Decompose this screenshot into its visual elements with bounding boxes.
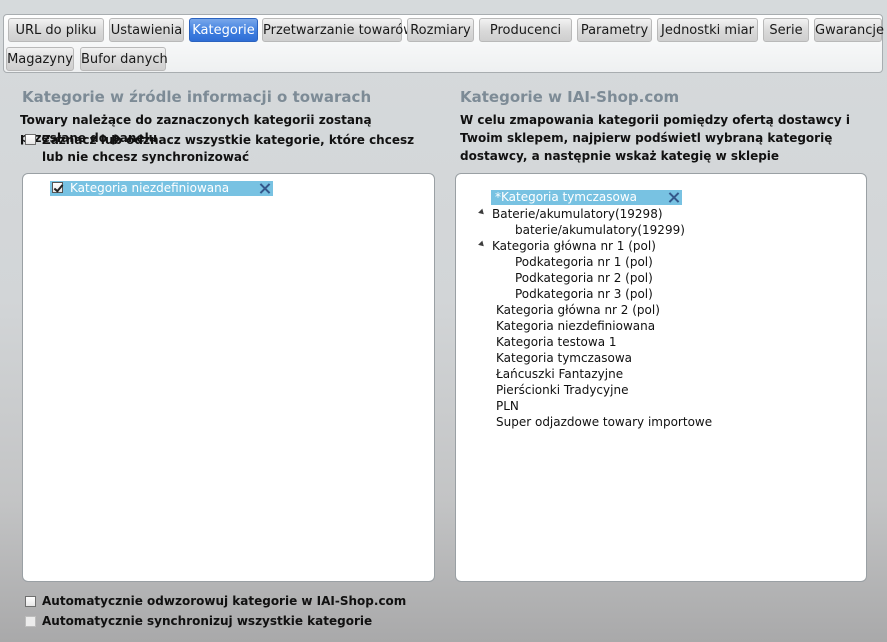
tree-item-kategoria-niezdefiniowana[interactable]: Kategoria niezdefiniowana xyxy=(496,318,655,334)
select-all-checkbox[interactable] xyxy=(25,134,36,145)
tab-jednostki-miar[interactable]: Jednostki miar xyxy=(657,18,758,42)
tree-item-podkategoria-3[interactable]: Podkategoria nr 3 (pol) xyxy=(515,286,653,302)
tab-serie[interactable]: Serie xyxy=(763,18,809,42)
shop-categories-title: Kategorie w IAI-Shop.com xyxy=(460,88,680,106)
auto-sync-checkbox[interactable] xyxy=(25,616,36,627)
selected-category[interactable]: *Kategoria tymczasowa xyxy=(491,190,682,205)
tab-magazyny[interactable]: Magazyny xyxy=(6,47,74,71)
list-item-checkbox[interactable] xyxy=(52,182,63,193)
source-categories-list[interactable] xyxy=(22,173,435,582)
close-icon[interactable] xyxy=(259,183,270,194)
tree-item-lancuszki[interactable]: Łańcuszki Fantazyjne xyxy=(496,366,623,382)
auto-map-checkbox[interactable] xyxy=(25,596,36,607)
list-item-label: Kategoria niezdefiniowana xyxy=(70,181,230,195)
tree-item-kategoria-testowa-1[interactable]: Kategoria testowa 1 xyxy=(496,334,617,350)
tree-item-kategoria-tymczasowa[interactable]: Kategoria tymczasowa xyxy=(496,350,632,366)
tab-rozmiary[interactable]: Rozmiary xyxy=(407,18,474,42)
tab-kategorie[interactable]: Kategorie xyxy=(189,18,258,42)
tab-bufor-danych[interactable]: Bufor danych xyxy=(80,47,168,71)
shop-categories-description: W celu zmapowania kategorii pomiędzy ofe… xyxy=(460,113,850,163)
tree-item-podkategoria-2[interactable]: Podkategoria nr 2 (pol) xyxy=(515,270,653,286)
tab-gwarancje[interactable]: Gwarancje xyxy=(814,18,884,42)
close-icon[interactable] xyxy=(668,192,679,203)
list-item-kategoria-niezdefiniowana[interactable]: Kategoria niezdefiniowana xyxy=(50,181,273,196)
auto-map-label: Automatycznie odwzorowuj kategorie w IAI… xyxy=(42,594,407,608)
tree-item-baterie[interactable]: Baterie/akumulatory(19298) xyxy=(492,206,663,222)
auto-sync-label: Automatycznie synchronizuj wszystkie kat… xyxy=(42,614,373,628)
tab-parametry[interactable]: Parametry xyxy=(577,18,652,42)
select-all-label: Zaznacz lub odznacz wszystkie kategorie,… xyxy=(42,133,415,164)
tree-item-kategoria-glowna-1[interactable]: Kategoria główna nr 1 (pol) xyxy=(492,238,656,254)
selected-category-label: *Kategoria tymczasowa xyxy=(495,190,638,204)
source-categories-title: Kategorie w źródle informacji o towarach xyxy=(22,88,372,106)
tab-producenci[interactable]: Producenci xyxy=(479,18,572,42)
tree-item-kategoria-glowna-2[interactable]: Kategoria główna nr 2 (pol) xyxy=(496,302,660,318)
tree-item-super-odjazdowe[interactable]: Super odjazdowe towary importowe xyxy=(496,414,712,430)
tree-item-pln[interactable]: PLN xyxy=(496,398,519,414)
tab-przetwarzanie-towarow[interactable]: Przetwarzanie towarów xyxy=(262,18,414,42)
tree-item-baterie-child[interactable]: baterie/akumulatory(19299) xyxy=(515,222,685,238)
tab-url-do-pliku[interactable]: URL do pliku xyxy=(8,18,104,42)
tab-ustawienia[interactable]: Ustawienia xyxy=(109,18,184,42)
tree-item-podkategoria-1[interactable]: Podkategoria nr 1 (pol) xyxy=(515,254,653,270)
tree-item-pierscionki[interactable]: Pierścionki Tradycyjne xyxy=(496,382,628,398)
